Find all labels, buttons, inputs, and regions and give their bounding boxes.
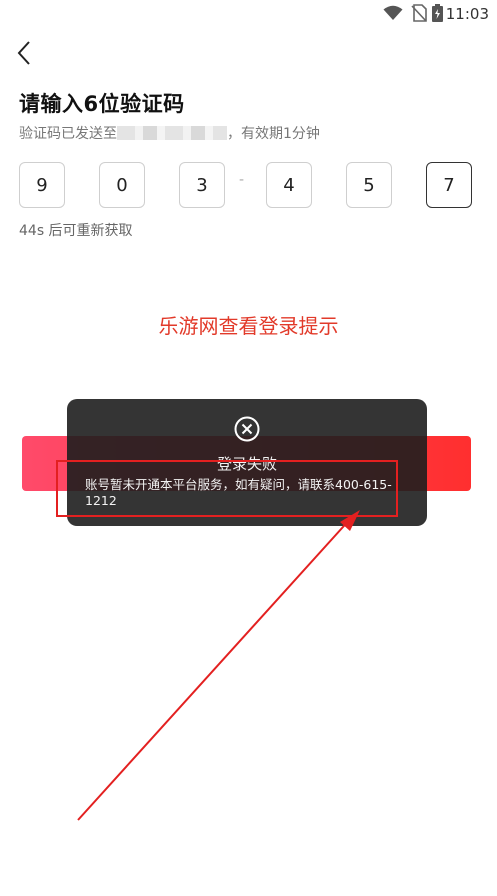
annotation-highlight-box [56, 460, 398, 517]
code-digit-4[interactable]: 4 [266, 162, 312, 208]
battery-icon [432, 4, 443, 22]
subtitle-suffix: ，有效期1分钟 [227, 126, 320, 142]
code-digit-5[interactable]: 5 [346, 162, 392, 208]
chevron-left-icon [17, 41, 30, 65]
code-digit-6[interactable]: 7 [426, 162, 472, 208]
close-circle-icon [234, 416, 260, 442]
subtitle-prefix: 验证码已发送至 [19, 126, 117, 142]
page-title: 请输入6位验证码 [19, 92, 185, 116]
resend-countdown: 44s 后可重新获取 [19, 223, 133, 239]
code-digit-2[interactable]: 0 [99, 162, 145, 208]
code-digit-3[interactable]: 3 [179, 162, 225, 208]
status-bar: 11:03 [0, 0, 497, 28]
sent-to-subtitle: 验证码已发送至 ，有效期1分钟 [19, 123, 320, 143]
wifi-icon [383, 5, 403, 20]
code-separator: - [239, 172, 245, 188]
masked-phone-number [117, 126, 227, 140]
sim-icon [411, 4, 427, 22]
status-time: 11:03 [445, 5, 489, 23]
back-button[interactable] [10, 36, 40, 70]
code-digit-1[interactable]: 9 [19, 162, 65, 208]
site-hint-text: 乐游网查看登录提示 [158, 314, 339, 338]
